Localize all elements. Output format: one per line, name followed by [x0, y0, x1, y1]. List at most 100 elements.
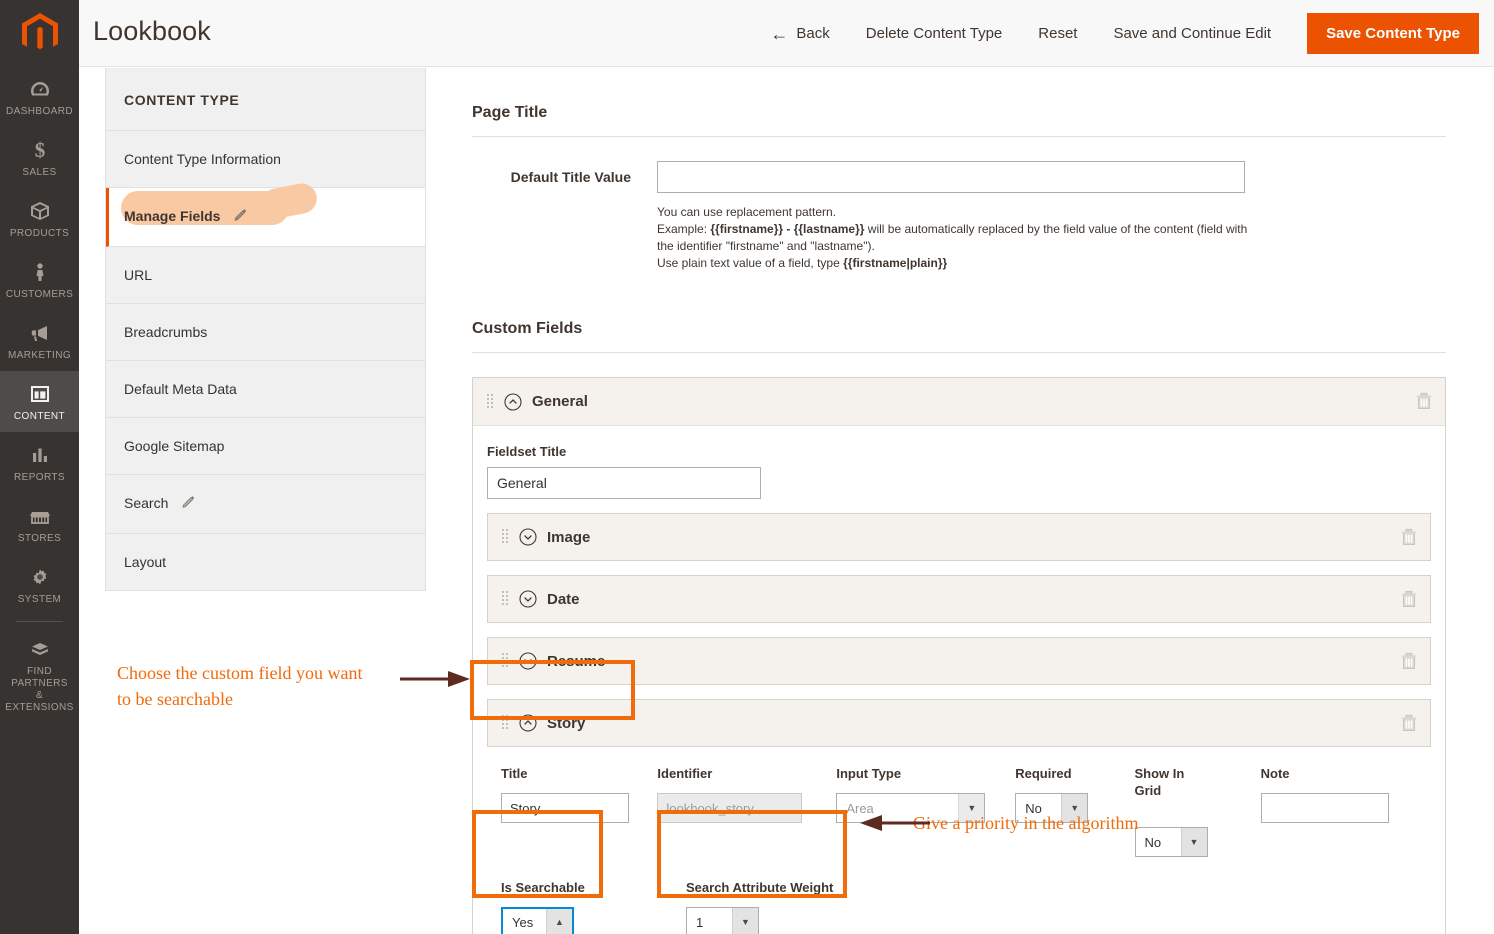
chevron-up-icon[interactable]	[519, 714, 537, 732]
extension-box-icon	[2, 637, 77, 663]
default-title-value-input[interactable]	[657, 161, 1245, 193]
chevron-down-icon[interactable]: ▼	[1180, 828, 1207, 856]
drag-handle-icon[interactable]	[487, 393, 494, 410]
help-line-1: You can use replacement pattern.	[657, 205, 837, 219]
delete-field-icon[interactable]	[1401, 528, 1417, 546]
box-icon	[2, 199, 77, 225]
story-search-weight-select[interactable]: 1 ▼	[686, 907, 759, 934]
ct-item-label: Google Sitemap	[124, 438, 225, 454]
field-row-label: Image	[547, 528, 591, 546]
bar-chart-icon	[2, 443, 77, 469]
reset-button[interactable]: Reset	[1020, 17, 1095, 50]
story-show-in-grid-label: Show In Grid	[1134, 766, 1185, 798]
story-is-searchable-label: Is Searchable	[501, 880, 585, 895]
story-title-input[interactable]	[501, 793, 629, 823]
story-identifier-label: Identifier	[657, 766, 713, 781]
story-is-searchable-select[interactable]: Yes ▲	[501, 907, 574, 934]
fieldset-general-bar[interactable]: General	[473, 378, 1445, 426]
story-required-select[interactable]: No ▼	[1015, 793, 1089, 823]
story-required-value: No	[1025, 800, 1042, 816]
field-row-date[interactable]: Date	[487, 575, 1431, 623]
field-row-resume[interactable]: Resume	[487, 637, 1431, 685]
drag-handle-icon[interactable]	[502, 591, 509, 607]
sidebar-item-stores[interactable]: STORES	[0, 493, 79, 554]
story-search-row: Is Searchable Yes ▲ Search Attribute Wei…	[487, 879, 1431, 934]
sidebar-item-label: STORES	[17, 533, 62, 544]
admin-page: DASHBOARD $ SALES PRODUCTS CUSTOMERS MAR…	[0, 0, 1494, 934]
ct-item-label: URL	[124, 267, 153, 283]
fieldset-general-title: General	[532, 393, 588, 410]
page-actions: ← Back Delete Content Type Reset Save an…	[752, 0, 1479, 67]
chevron-down-icon[interactable]	[519, 528, 537, 546]
sidebar-item-sales[interactable]: $ SALES	[0, 127, 79, 188]
arrow-left-icon: ←	[770, 23, 789, 44]
chevron-down-icon[interactable]: ▼	[1061, 794, 1088, 822]
default-title-value-row: Default Title Value	[472, 161, 1446, 193]
sidebar-item-customers[interactable]: CUSTOMERS	[0, 249, 79, 310]
delete-fieldset-icon[interactable]	[1416, 392, 1432, 410]
person-icon	[2, 260, 77, 286]
sidebar-item-dashboard[interactable]: DASHBOARD	[0, 66, 79, 127]
ct-item-search[interactable]: Search	[106, 475, 425, 534]
ct-item-label: Manage Fields	[124, 208, 221, 224]
story-show-in-grid-select[interactable]: No ▼	[1134, 827, 1208, 857]
ct-item-content-type-information[interactable]: Content Type Information	[106, 131, 425, 188]
ct-item-google-sitemap[interactable]: Google Sitemap	[106, 418, 425, 475]
chevron-down-icon[interactable]: ▼	[732, 908, 758, 934]
ct-item-layout[interactable]: Layout	[106, 534, 425, 590]
story-search-weight-value: 1	[696, 914, 704, 930]
pencil-icon[interactable]	[233, 208, 248, 228]
help-code-1: {{firstname}} - {{lastname}}	[710, 222, 865, 236]
field-row-image[interactable]: Image	[487, 513, 1431, 561]
delete-field-icon[interactable]	[1401, 652, 1417, 670]
story-show-in-grid-value: No	[1144, 834, 1162, 850]
ct-item-breadcrumbs[interactable]: Breadcrumbs	[106, 304, 425, 361]
ct-item-manage-fields[interactable]: Manage Fields	[106, 188, 425, 247]
dashboard-icon	[2, 77, 77, 103]
chevron-down-icon[interactable]	[519, 652, 537, 670]
ct-item-url[interactable]: URL	[106, 247, 425, 304]
help-line-3-prefix: Use plain text value of a field, type	[657, 256, 844, 270]
chevron-up-icon[interactable]	[504, 392, 522, 411]
ct-item-label: Content Type Information	[124, 151, 281, 167]
sidebar-item-system[interactable]: SYSTEM	[0, 554, 79, 615]
drag-handle-icon[interactable]	[502, 529, 509, 545]
sidebar-item-content[interactable]: CONTENT	[0, 371, 79, 432]
ct-item-label: Default Meta Data	[124, 381, 237, 397]
save-content-type-button[interactable]: Save Content Type	[1307, 13, 1479, 54]
ct-item-default-meta-data[interactable]: Default Meta Data	[106, 361, 425, 418]
delete-field-icon[interactable]	[1401, 590, 1417, 608]
chevron-up-icon[interactable]: ▲	[546, 909, 572, 934]
pencil-icon[interactable]	[181, 495, 196, 515]
content-type-panel: CONTENT TYPE Content Type Information Ma…	[105, 68, 426, 591]
drag-handle-icon[interactable]	[502, 715, 509, 731]
story-title-col: Title	[501, 765, 657, 857]
sidebar-item-find-partners[interactable]: FIND PARTNERS & EXTENSIONS	[0, 626, 79, 723]
sidebar-item-label: CONTENT	[13, 411, 66, 422]
sidebar-item-products[interactable]: PRODUCTS	[0, 188, 79, 249]
drag-handle-icon[interactable]	[502, 653, 509, 669]
sidebar-item-reports[interactable]: REPORTS	[0, 432, 79, 493]
back-button-label: Back	[796, 25, 830, 42]
field-row-story[interactable]: Story	[487, 699, 1431, 747]
custom-fields-heading: Custom Fields	[472, 320, 1446, 353]
back-button[interactable]: ← Back	[752, 17, 847, 51]
story-note-input[interactable]	[1260, 793, 1389, 823]
sidebar-item-label: PRODUCTS	[9, 228, 70, 239]
story-identifier-col: Identifier	[657, 765, 836, 857]
ct-item-label: Search	[124, 495, 169, 511]
field-row-label: Story	[547, 714, 586, 732]
save-and-continue-edit-button[interactable]: Save and Continue Edit	[1095, 17, 1289, 50]
delete-field-icon[interactable]	[1401, 714, 1417, 732]
delete-content-type-button[interactable]: Delete Content Type	[848, 17, 1020, 50]
story-search-weight-col: Search Attribute Weight 1 ▼	[686, 879, 886, 934]
story-show-in-grid-col: Show In Grid No ▼	[1134, 765, 1261, 857]
svg-text:$: $	[34, 138, 45, 162]
story-title-label: Title	[501, 766, 528, 781]
magento-logo[interactable]	[0, 0, 79, 66]
chevron-down-icon[interactable]	[519, 590, 537, 608]
fieldset-title-input[interactable]	[487, 467, 761, 499]
story-note-label: Note	[1260, 766, 1290, 781]
story-identifier-input	[657, 793, 803, 823]
sidebar-item-marketing[interactable]: MARKETING	[0, 310, 79, 371]
